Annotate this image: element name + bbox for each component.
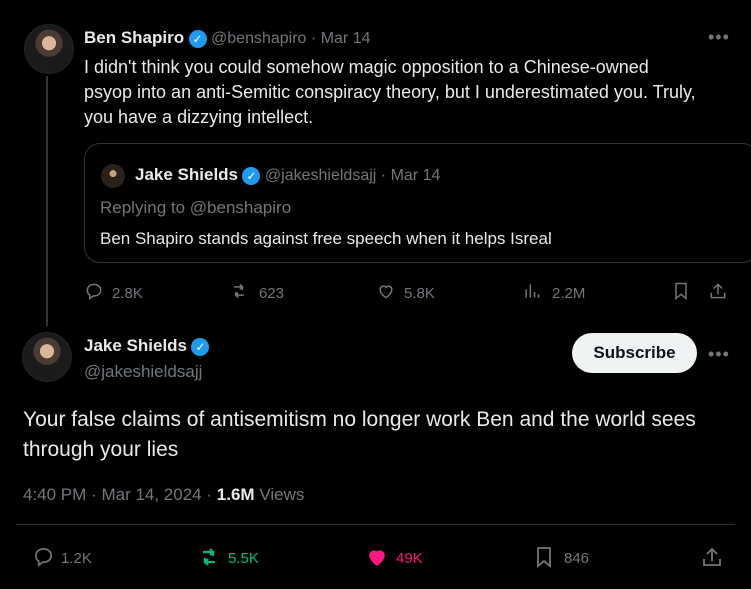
- retweet-count: 5.5K: [228, 550, 259, 567]
- tweet-time[interactable]: 4:40 PM: [23, 485, 86, 504]
- verified-badge-icon: ✓: [242, 166, 261, 185]
- tweet2-text: Your false claims of antisemitism no lon…: [23, 405, 696, 465]
- views-label: Views: [259, 485, 305, 504]
- reply-count: 1.2K: [61, 550, 92, 567]
- divider: [16, 524, 735, 525]
- retweet-icon: [203, 548, 215, 566]
- quoted-text: Ben Shapiro stands against free speech w…: [100, 229, 552, 248]
- more-icon[interactable]: •••: [708, 27, 730, 48]
- bookmark-icon: [537, 547, 551, 568]
- views-count: 1.6M: [216, 485, 255, 504]
- subscribe-button[interactable]: Subscribe: [572, 333, 697, 373]
- tweet-text-line: I didn't think you could somehow magic o…: [84, 57, 649, 77]
- author-name[interactable]: Jake Shields: [84, 336, 187, 355]
- tweet1-text: I didn't think you could somehow magic o…: [84, 55, 696, 130]
- reply-icon: [34, 547, 53, 567]
- tweet-date[interactable]: Mar 14: [321, 30, 371, 47]
- retweet-icon: [234, 283, 244, 299]
- more-icon[interactable]: •••: [708, 344, 730, 365]
- author-name[interactable]: Ben Shapiro: [84, 28, 184, 47]
- author-handle[interactable]: @jakeshieldsajj: [265, 167, 376, 184]
- views-count: 2.2M: [552, 285, 586, 302]
- tweet2-actions: 1.2K 5.5K 49K 846: [32, 545, 732, 571]
- heart-icon: [379, 285, 393, 299]
- thread-line: [46, 76, 48, 326]
- avatar[interactable]: [101, 164, 125, 188]
- tweet-meta: 4:40 PM · Mar 14, 2024 · 1.6M Views: [23, 485, 304, 505]
- views-icon: [525, 284, 540, 298]
- like-count: 5.8K: [404, 285, 435, 302]
- like-count: 49K: [396, 550, 423, 567]
- heart-icon: [369, 550, 385, 566]
- tweet1-actions: 2.8K 623 5.8K 2.2M: [84, 281, 734, 305]
- share-icon[interactable]: [708, 281, 728, 301]
- bookmark-icon[interactable]: [671, 281, 691, 301]
- separator-dot: ·: [91, 485, 97, 504]
- avatar[interactable]: [24, 24, 74, 74]
- tweet-text-line: Your false claims of antisemitism no lon…: [23, 408, 696, 431]
- tweet-text-line: psyop into an anti-Semitic conspiracy th…: [84, 82, 696, 102]
- author-handle[interactable]: @jakeshieldsajj: [84, 362, 202, 382]
- retweet-count: 623: [259, 285, 285, 302]
- author-handle[interactable]: @benshapiro: [211, 30, 306, 47]
- quote-card[interactable]: Jake Shields ✓ @jakeshieldsajj · Mar 14 …: [84, 143, 751, 263]
- tweet2-header: Jake Shields ✓: [84, 336, 210, 356]
- separator-dot: ·: [310, 30, 317, 47]
- tweet-text-line: through your lies: [23, 438, 179, 461]
- quoted-header: Jake Shields ✓ @jakeshieldsajj · Mar 14: [135, 165, 440, 185]
- verified-badge-icon: ✓: [188, 29, 207, 48]
- tweet-date[interactable]: Mar 14, 2024: [101, 485, 201, 504]
- verified-badge-icon: ✓: [191, 337, 210, 356]
- separator-dot: ·: [380, 167, 387, 184]
- share-icon[interactable]: [700, 545, 724, 569]
- tweet1-header: Ben Shapiro ✓ @benshapiro · Mar 14: [84, 28, 370, 48]
- separator-dot: ·: [206, 485, 213, 504]
- tweet-date[interactable]: Mar 14: [391, 167, 441, 184]
- replying-to[interactable]: Replying to @benshapiro: [100, 198, 291, 218]
- avatar[interactable]: [22, 332, 72, 382]
- author-name[interactable]: Jake Shields: [135, 165, 238, 184]
- bookmark-count: 846: [564, 550, 590, 567]
- reply-count: 2.8K: [112, 285, 143, 302]
- tweet-text-line: you have a dizzying intellect.: [84, 107, 314, 127]
- reply-icon: [86, 283, 102, 300]
